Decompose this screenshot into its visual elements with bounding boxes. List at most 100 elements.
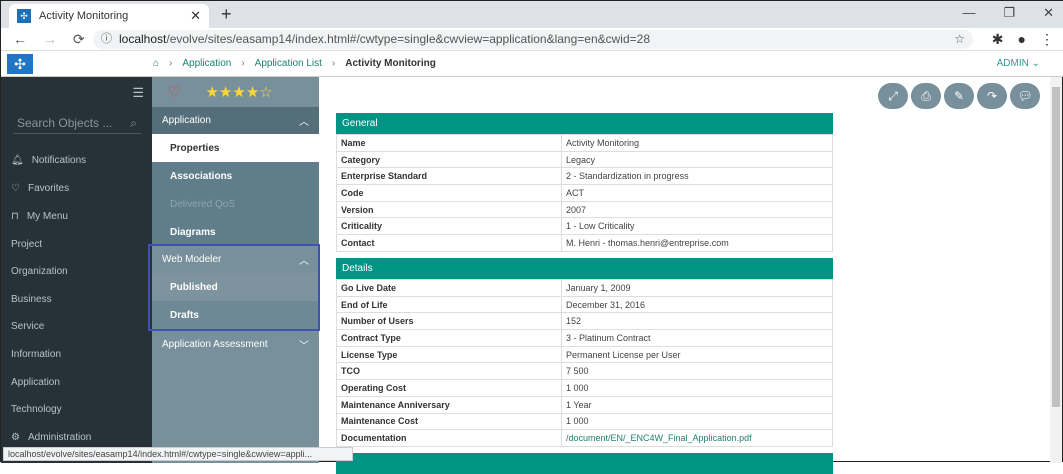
section-title: Details	[336, 258, 833, 279]
label: Service	[11, 321, 45, 332]
property-label: Go Live Date	[336, 279, 562, 297]
hamburger-icon[interactable]: ☰	[132, 85, 144, 101]
sidebar-item-information[interactable]: Information	[11, 349, 61, 360]
sidebar-item-my-menu[interactable]: ⊓ My Menu	[11, 211, 68, 222]
group-application[interactable]: Application ︿	[152, 107, 319, 134]
table-row: License Type Permanent License per User	[336, 345, 833, 364]
property-value: December 31, 2016	[561, 295, 833, 314]
sidebar-item-project[interactable]: Project	[11, 239, 42, 250]
breadcrumb-application-list[interactable]: Application List	[255, 58, 322, 69]
table-row: Criticality 1 - Low Criticality	[336, 217, 833, 236]
back-icon[interactable]: ←	[13, 31, 27, 48]
table-row: Name Activity Monitoring	[336, 134, 833, 152]
favorite-heart-icon[interactable]: ♡	[168, 83, 181, 101]
property-label: License Type	[336, 345, 562, 364]
comments-button[interactable]: 💬︎	[1010, 83, 1040, 109]
property-label: Maintenance Cost	[336, 412, 562, 431]
table-row: Maintenance Anniversary 1 Year	[336, 395, 833, 414]
close-tab-icon[interactable]: ✕	[190, 8, 201, 24]
info-icon: ⓘ	[101, 33, 112, 45]
table-row: Version 2007	[336, 200, 833, 219]
url-input[interactable]: ⓘ localhost/evolve/sites/easamp14/index.h…	[93, 30, 973, 49]
sidebar-item-organization[interactable]: Organization	[11, 266, 68, 277]
url-path: /evolve/sites/easamp14/index.html#/cwtyp…	[166, 32, 650, 46]
edit-button[interactable]: ✎	[944, 83, 974, 109]
sidebar: ☰ Search Objects ... ⌕ 🔔︎ Notifications ♡ F…	[1, 77, 152, 463]
forward-icon[interactable]: →	[43, 31, 57, 48]
property-label: Contract Type	[336, 329, 562, 347]
star-icon: ★	[245, 84, 260, 101]
property-label: Code	[336, 184, 562, 202]
panel-item-associations[interactable]: Associations	[152, 162, 319, 190]
label: Favorites	[27, 183, 70, 194]
table-row: Contract Type 3 - Platinum Contract	[336, 329, 833, 347]
group-application-assessment[interactable]: Application Assessment ﹀	[152, 331, 319, 358]
home-icon[interactable]: ⌂	[153, 58, 159, 69]
rating-stars[interactable]: ★★★★☆	[205, 83, 272, 101]
property-label: Documentation	[336, 429, 562, 447]
bookmark-star-icon[interactable]: ☆	[954, 30, 965, 49]
sidebar-item-service[interactable]: Service	[11, 321, 44, 332]
label: My Menu	[26, 211, 68, 222]
user-name: ADMIN	[996, 58, 1029, 69]
sidebar-item-favorites[interactable]: ♡ Favorites	[11, 183, 69, 194]
extensions-icon[interactable]: ✱	[992, 31, 1004, 48]
reload-icon[interactable]: ⟳	[73, 31, 85, 48]
property-label: Category	[336, 150, 562, 169]
print-button[interactable]: ⎙	[911, 83, 941, 109]
search-input[interactable]: Search Objects ... ⌕	[13, 113, 141, 134]
table-row: Category Legacy	[336, 150, 833, 169]
property-value: January 1, 2009	[561, 279, 833, 297]
label: Information	[11, 349, 62, 360]
property-value: 7 500	[561, 362, 833, 381]
property-label: Enterprise Standard	[336, 167, 562, 186]
property-value: 1 000	[561, 379, 833, 397]
breadcrumb: ⌂ › Application › Application List › Activi…	[153, 58, 436, 69]
details-section: Details Go Live Date January 1, 2009 End o…	[336, 258, 833, 447]
label: Technology	[11, 404, 62, 415]
sidebar-item-application[interactable]: Application	[11, 377, 60, 388]
profile-icon[interactable]: ●	[1018, 31, 1026, 48]
star-icon: ★	[205, 84, 219, 101]
label: Organization	[11, 266, 68, 277]
scrollbar[interactable]	[1050, 77, 1062, 463]
label: Application	[162, 115, 211, 126]
breadcrumb-application[interactable]: Application	[182, 58, 231, 69]
minimize-icon[interactable]: —	[962, 5, 975, 21]
table-row: Number of Users 152	[336, 312, 833, 331]
app-logo[interactable]: ✣	[7, 54, 33, 74]
property-label: Number of Users	[336, 312, 562, 331]
next-section-header	[336, 453, 833, 474]
panel-item-properties[interactable]: Properties	[152, 134, 319, 162]
sidebar-item-notifications[interactable]: 🔔︎ Notifications	[11, 155, 86, 166]
property-value: Activity Monitoring	[561, 134, 833, 152]
favicon-icon: ✣	[17, 9, 31, 23]
menu-icon[interactable]: ⋮	[1040, 31, 1054, 48]
panel-item-diagrams[interactable]: Diagrams	[152, 218, 319, 246]
share-button[interactable]: ↷	[977, 83, 1007, 109]
documentation-link[interactable]: /document/EN/_ENC4W_Final_Application.pd…	[566, 433, 752, 443]
expand-button[interactable]: ⤢	[878, 83, 908, 109]
search-icon[interactable]: ⌕	[130, 116, 137, 131]
sidebar-item-administration[interactable]: ⚙ Administration	[11, 432, 91, 443]
new-tab-button[interactable]: +	[221, 4, 232, 25]
heart-icon: ♡	[11, 183, 20, 194]
app-header: ✣ ⌂ › Application › Application List › Acti…	[1, 51, 1063, 77]
sidebar-item-technology[interactable]: Technology	[11, 404, 62, 415]
chevron-down-icon: ⌄	[1031, 58, 1040, 69]
table-row: Maintenance Cost 1 000	[336, 412, 833, 431]
close-window-icon[interactable]: ✕	[1043, 5, 1054, 21]
label: Project	[11, 239, 43, 250]
browser-tab[interactable]: ✣ Activity Monitoring ✕	[9, 4, 209, 28]
property-value: 3 - Platinum Contract	[561, 329, 833, 347]
user-menu[interactable]: ADMIN ⌄	[997, 58, 1040, 69]
sidebar-item-business[interactable]: Business	[11, 294, 52, 305]
restore-icon[interactable]: ❐	[1003, 5, 1015, 21]
label: Notifications	[31, 155, 87, 166]
property-value: Permanent License per User	[561, 345, 833, 364]
table-row: Contact M. Henri - thomas.henri@entrepris…	[336, 234, 833, 252]
url-host: localhost	[119, 32, 167, 46]
property-label: Operating Cost	[336, 379, 562, 397]
property-label: TCO	[336, 362, 562, 381]
property-value: Legacy	[561, 150, 833, 169]
